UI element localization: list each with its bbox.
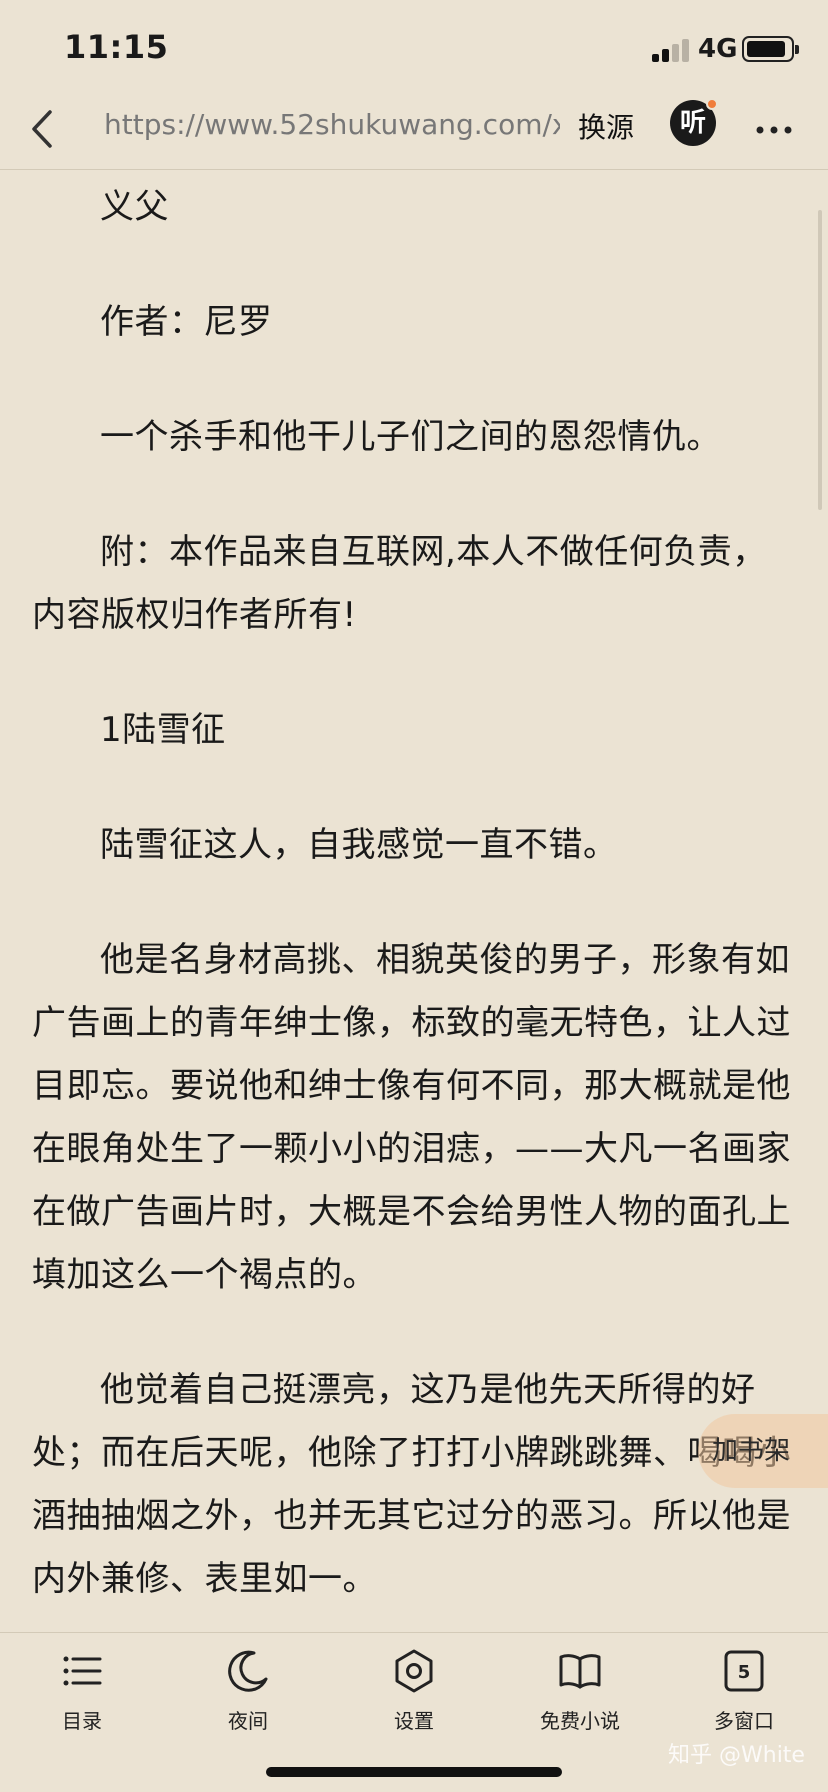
toolbar-settings-button[interactable]: 设置 [354, 1647, 474, 1741]
toolbar-label: 目录 [62, 1709, 102, 1733]
watermark: 知乎 @White [668, 1743, 805, 1768]
more-menu-button[interactable] [752, 102, 796, 142]
signal-icon [652, 38, 692, 62]
url-field[interactable]: https://www.52shukuwang.com/xiaoshuo [104, 108, 560, 148]
browser-nav-bar: https://www.52shukuwang.com/xiaoshuo 换源 … [0, 92, 828, 170]
toolbar-label: 免费小说 [540, 1709, 620, 1733]
listen-button[interactable]: 听 [670, 98, 718, 146]
network-type: 4G [698, 34, 738, 64]
home-indicator[interactable] [266, 1767, 562, 1777]
switch-source-button[interactable]: 换源 [578, 106, 634, 146]
add-to-bookshelf-button[interactable]: 加书架 [698, 1414, 828, 1488]
book-title: 义父 [100, 187, 169, 227]
more-dots-icon [756, 126, 792, 134]
window-count: 5 [738, 1662, 751, 1683]
windows-icon: 5 [724, 1650, 764, 1692]
moon-icon [228, 1650, 268, 1692]
chevron-left-icon [32, 110, 52, 148]
paragraph: 陆雪征这人，自我感觉一直不错。 [100, 825, 618, 865]
toolbar-label: 多窗口 [714, 1709, 774, 1733]
status-time: 11:15 [64, 28, 169, 66]
reader-content[interactable]: 义父 作者：尼罗 一个杀手和他干儿子们之间的恩怨情仇。 附：本作品来自互联网,本… [32, 176, 796, 1626]
toolbar-label: 设置 [394, 1709, 434, 1733]
settings-hexagon-icon [395, 1649, 433, 1693]
chapter-title: 1陆雪征 [100, 710, 226, 750]
list-icon [63, 1656, 102, 1686]
book-icon [559, 1654, 601, 1689]
paragraph: 附：本作品来自互联网,本人不做任何负责，内容版权归作者所有! [32, 532, 767, 635]
toolbar-multi-window-button[interactable]: 5 多窗口 [684, 1647, 804, 1741]
toolbar-label: 夜间 [228, 1709, 268, 1733]
toolbar-contents-button[interactable]: 目录 [22, 1647, 142, 1741]
bottom-toolbar: 目录 夜间 设置 免费小说 5 多窗口 知乎 @White [0, 1632, 828, 1792]
paragraph: 他觉着自己挺漂亮，这乃是他先天所得的好处；而在后天呢，他除了打打小牌跳跳舞、喝喝… [32, 1370, 791, 1599]
status-bar: 11:15 4G [0, 0, 828, 92]
toolbar-night-mode-button[interactable]: 夜间 [188, 1647, 308, 1741]
paragraph: 他是名身材高挑、相貌英俊的男子，形象有如广告画上的青年绅士像，标致的毫无特色，让… [32, 940, 791, 1295]
notification-dot [706, 98, 718, 110]
battery-icon [742, 36, 799, 62]
toolbar-free-novels-button[interactable]: 免费小说 [520, 1647, 640, 1741]
listen-label: 听 [679, 108, 706, 138]
scrollbar[interactable] [818, 210, 822, 510]
book-author: 作者：尼罗 [100, 302, 273, 342]
back-button[interactable] [24, 102, 64, 156]
paragraph: 一个杀手和他干儿子们之间的恩怨情仇。 [100, 417, 721, 457]
